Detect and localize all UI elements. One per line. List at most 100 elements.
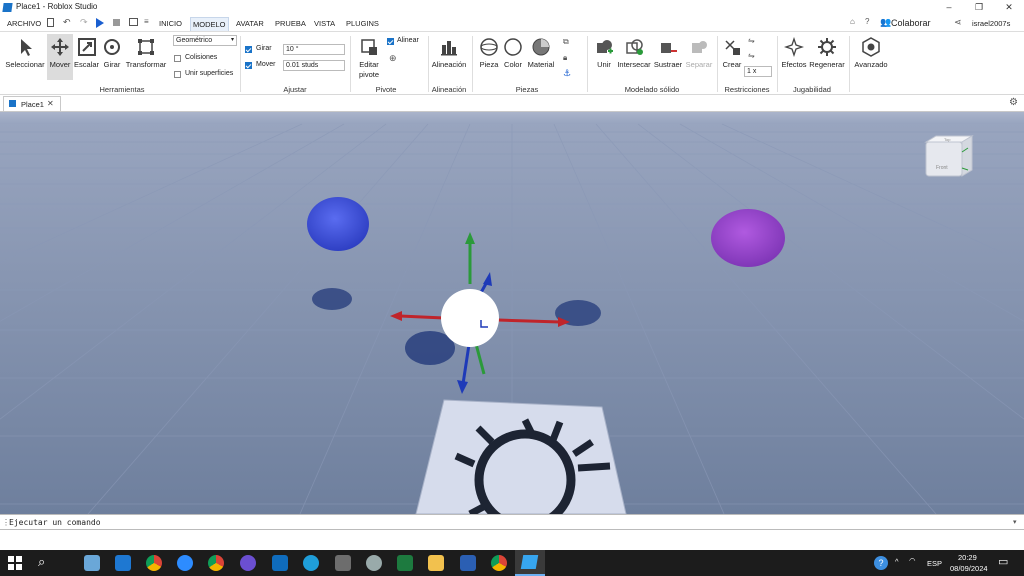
create-constraint-button[interactable]: Crear xyxy=(721,37,743,69)
rotate-tool[interactable]: Girar xyxy=(101,37,123,69)
move-tool[interactable]: Mover xyxy=(47,34,73,80)
help-icon[interactable]: ? xyxy=(865,17,869,26)
blue-ball-part[interactable] xyxy=(307,197,369,251)
tray-chevron-icon[interactable]: ^ xyxy=(895,557,899,566)
chrome-icon[interactable] xyxy=(146,555,162,571)
language-indicator[interactable]: ESP xyxy=(927,559,942,568)
advanced-button[interactable]: Avanzado xyxy=(853,37,889,69)
clock-date[interactable]: 08/09/2024 xyxy=(950,564,988,573)
network-icon[interactable]: ◠ xyxy=(909,556,916,565)
edit-pivot-button[interactable]: Editar pivote xyxy=(354,37,384,80)
constraints-group-label: Restricciones xyxy=(724,85,770,94)
settings-gear-icon[interactable]: ⚙ xyxy=(1009,97,1018,108)
place-icon xyxy=(9,100,16,107)
word-icon[interactable] xyxy=(460,555,476,571)
chrome-icon[interactable] xyxy=(491,555,507,571)
mail-icon[interactable] xyxy=(115,555,131,571)
tab-place1[interactable]: Place1 ✕ xyxy=(3,96,61,111)
effects-button[interactable]: Efectos xyxy=(780,37,808,69)
media-player-icon[interactable] xyxy=(240,555,256,571)
tab-vista[interactable]: VISTA xyxy=(312,17,337,31)
roblox-studio-taskbar-button[interactable] xyxy=(515,550,545,576)
snap-move-input[interactable]: 0.01 studs xyxy=(283,60,345,71)
file-explorer-icon[interactable] xyxy=(428,555,444,571)
maximize-button[interactable]: ❐ xyxy=(964,0,994,15)
align-checkbox[interactable] xyxy=(387,38,394,45)
new-file-icon[interactable] xyxy=(47,18,54,27)
cursor-icon xyxy=(21,39,32,56)
clock-time[interactable]: 20:29 xyxy=(958,553,977,562)
union-button[interactable]: Unir xyxy=(592,37,616,69)
close-tab-icon[interactable]: ✕ xyxy=(47,99,54,108)
notifications-icon[interactable]: ▭ xyxy=(998,555,1008,568)
quick-access-dropdown-icon[interactable]: ≡ xyxy=(144,17,149,26)
alignment-button[interactable]: Alineación xyxy=(430,37,468,69)
share-icon[interactable]: ⋖ xyxy=(954,17,962,28)
windows-taskbar: ⌕ ? ^ ◠ ESP 20:29 08/09/2024 ▭ xyxy=(0,550,1024,576)
search-icon[interactable]: ⌕ xyxy=(38,554,45,570)
snap-move-label: Mover xyxy=(256,61,276,68)
snap-rotate-label: Girar xyxy=(256,45,272,52)
play-icon[interactable] xyxy=(96,18,104,28)
negate-button[interactable]: Sustraer xyxy=(653,37,683,69)
view-cube[interactable]: Top Front xyxy=(924,135,974,177)
app-icon[interactable] xyxy=(366,555,382,571)
join-surfaces-checkbox[interactable] xyxy=(174,71,181,78)
decal-plate-part[interactable] xyxy=(415,399,627,514)
lock-icon[interactable]: 🔒︎ xyxy=(563,53,567,63)
collisions-checkbox[interactable] xyxy=(174,55,181,62)
stop-icon[interactable] xyxy=(113,19,120,26)
user-name[interactable]: israel2007s xyxy=(972,19,1010,28)
windows-start-icon[interactable] xyxy=(8,556,22,570)
mode-select[interactable]: Geométrico ▾ xyxy=(173,35,237,46)
snap-rotate-input[interactable]: 10 ° xyxy=(283,44,345,55)
regen-button[interactable]: Regenerar xyxy=(809,37,845,69)
constraint-details-icon[interactable]: ⇋ xyxy=(748,36,755,45)
excel-icon[interactable] xyxy=(397,555,413,571)
tab-inicio[interactable]: INICIO xyxy=(157,17,184,31)
collaborate-button[interactable]: Colaborar xyxy=(891,18,931,28)
tab-modelo[interactable]: MODELO xyxy=(190,17,229,31)
snap-rotate-checkbox[interactable] xyxy=(245,46,252,53)
edge-icon[interactable] xyxy=(303,555,319,571)
purple-ball-part[interactable] xyxy=(711,209,785,267)
command-dropdown-icon[interactable]: ▾ xyxy=(1013,518,1017,526)
material-button[interactable]: Material xyxy=(526,37,556,69)
command-input[interactable]: Ejecutar un comando xyxy=(9,518,101,527)
transform-tool[interactable]: Transformar xyxy=(124,37,168,69)
scale-tool[interactable]: Escalar xyxy=(74,37,99,69)
view-cube-front-label: Front xyxy=(936,165,948,171)
selected-ball-part[interactable] xyxy=(441,289,499,347)
outlook-icon[interactable] xyxy=(272,555,288,571)
intersect-button[interactable]: Intersecar xyxy=(617,37,651,69)
zoom-icon[interactable] xyxy=(177,555,193,571)
shadow xyxy=(312,288,352,310)
group-icon[interactable]: ⧉ xyxy=(563,37,569,47)
constraint-joints-icon[interactable]: ⇋ xyxy=(748,51,755,60)
tab-prueba[interactable]: PRUEBA xyxy=(273,17,308,31)
file-menu[interactable]: ARCHIVO xyxy=(5,17,43,31)
align-label: Alinear xyxy=(397,37,419,44)
snap-move-checkbox[interactable] xyxy=(245,62,252,69)
chrome-profile-icon[interactable] xyxy=(208,555,224,571)
constraint-scale-input[interactable]: 1 x xyxy=(744,66,772,77)
part-button[interactable]: Pieza xyxy=(477,37,501,69)
anchor-icon[interactable]: ⚓︎ xyxy=(563,68,571,79)
undo-icon[interactable]: ↶ xyxy=(63,17,71,28)
device-icon[interactable] xyxy=(129,18,138,26)
pivot-snap-icon[interactable]: ⊕ xyxy=(389,53,397,64)
color-button[interactable]: Color xyxy=(502,37,524,69)
help-tray-icon[interactable]: ? xyxy=(874,556,888,570)
minimize-button[interactable]: – xyxy=(934,0,964,15)
separator xyxy=(350,36,351,92)
tab-plugins[interactable]: PLUGINS xyxy=(344,17,381,31)
viewport-3d[interactable]: Top Front xyxy=(0,112,1024,514)
select-tool[interactable]: Seleccionar xyxy=(5,37,45,69)
tab-avatar[interactable]: AVATAR xyxy=(234,17,266,31)
app-icon[interactable] xyxy=(84,555,100,571)
home-icon[interactable]: ⌂ xyxy=(850,17,855,26)
redo-icon[interactable]: ↷ xyxy=(80,17,88,28)
calculator-icon[interactable] xyxy=(335,555,351,571)
close-button[interactable]: ✕ xyxy=(994,0,1024,15)
ribbon: Seleccionar Mover Escalar Girar Transfor… xyxy=(0,32,1024,95)
